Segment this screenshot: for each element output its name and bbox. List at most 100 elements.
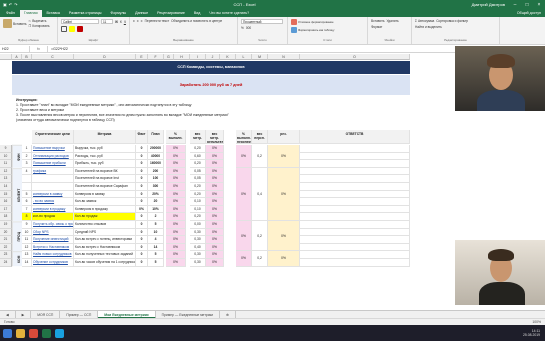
delete-cells-button[interactable]: Удалить: [387, 19, 399, 23]
pct-done[interactable]: 0%: [166, 236, 186, 244]
plan-value[interactable]: 20%: [148, 190, 164, 199]
perspective-result[interactable]: 0%: [268, 251, 300, 267]
plan-value[interactable]: 100: [148, 175, 164, 183]
row-header[interactable]: 10: [0, 152, 12, 161]
metric-name[interactable]: Количество отзывов: [74, 221, 136, 229]
fact-value[interactable]: 0: [136, 145, 148, 153]
weight-result[interactable]: 0%: [206, 228, 224, 237]
header-result[interactable]: рез.: [268, 130, 300, 144]
pct-done[interactable]: 0%: [166, 145, 186, 153]
metric-name[interactable]: Кол-во встреч с Наставником: [74, 243, 136, 252]
pct-done[interactable]: 0%: [166, 228, 186, 237]
header-responsible[interactable]: ОТВЕТСТВ: [300, 130, 410, 144]
metric-name[interactable]: Расходы, тыс. руб: [74, 152, 136, 161]
perspective-label[interactable]: ФИН: [12, 145, 22, 168]
row-number[interactable]: 11: [22, 236, 32, 244]
fill-color-icon[interactable]: [69, 26, 75, 32]
header-fact[interactable]: Факт: [136, 130, 148, 144]
plan-value[interactable]: 5: [148, 221, 164, 229]
metric-name[interactable]: Посетителей на воронке ВК: [74, 167, 136, 176]
merge-center-button[interactable]: Объединить и поместить в центре: [171, 19, 222, 23]
column-header[interactable]: K: [220, 54, 236, 60]
plan-value[interactable]: 200000: [148, 145, 164, 153]
row-header[interactable]: 23: [0, 251, 12, 259]
fact-value[interactable]: 0: [136, 236, 148, 244]
row-header[interactable]: 17: [0, 205, 12, 214]
strategic-goal[interactable]: - во во заявок: [32, 198, 74, 206]
responsible-cell[interactable]: [300, 183, 410, 191]
plan-value[interactable]: 160000: [148, 160, 164, 168]
share-button[interactable]: Общий доступ: [513, 10, 545, 17]
metric-weight[interactable]: 0,20: [190, 190, 206, 199]
responsible-cell[interactable]: [300, 145, 410, 153]
row-number[interactable]: 7: [22, 205, 32, 214]
fact-value[interactable]: 0: [136, 243, 148, 252]
plan-value[interactable]: 300: [148, 183, 164, 191]
row-header[interactable]: 12: [0, 167, 12, 176]
pct-done[interactable]: 0%: [166, 259, 186, 267]
column-header[interactable]: L: [236, 54, 252, 60]
row-number[interactable]: 13: [22, 251, 32, 259]
tab-file[interactable]: Файл: [2, 10, 19, 17]
perspective-weight[interactable]: 0,2: [252, 221, 268, 252]
strategic-goal[interactable]: Получение инвестиций: [32, 236, 74, 244]
weight-result[interactable]: 0%: [206, 259, 224, 267]
pct-done[interactable]: 0%: [166, 205, 186, 214]
metric-weight[interactable]: 0,05: [190, 175, 206, 183]
perspective-pct[interactable]: 0%: [236, 221, 252, 252]
user-name[interactable]: Дмитрий Дмитров: [472, 2, 509, 7]
row-header[interactable]: 18: [0, 213, 12, 221]
column-header[interactable]: N: [268, 54, 300, 60]
pct-done[interactable]: 0%: [166, 198, 186, 206]
metric-name[interactable]: Посетителей на воронке Inst: [74, 175, 136, 183]
header-pct-persp[interactable]: % выполн. перспект.: [236, 130, 252, 144]
perspective-pct[interactable]: 0%: [236, 145, 252, 168]
header-goals[interactable]: Стратегические цели: [32, 130, 74, 144]
font-size-select[interactable]: 11: [101, 19, 113, 24]
fact-value[interactable]: 0: [136, 152, 148, 161]
strategic-goal[interactable]: трафика: [32, 167, 74, 176]
strategic-goal[interactable]: Найм новых сотрудников: [32, 251, 74, 259]
plan-value[interactable]: 2: [148, 213, 164, 221]
metric-weight[interactable]: 0,20: [190, 160, 206, 168]
percent-icon[interactable]: %: [241, 26, 244, 30]
pct-done[interactable]: 0%: [166, 160, 186, 168]
row-header[interactable]: 11: [0, 160, 12, 168]
metric-weight[interactable]: 0,40: [190, 243, 206, 252]
formula-input[interactable]: =G22*H22: [48, 47, 68, 51]
row-header[interactable]: 21: [0, 236, 12, 244]
column-header[interactable]: O: [300, 54, 410, 60]
align-left-icon[interactable]: ≡: [133, 19, 135, 23]
fact-value[interactable]: 0: [136, 221, 148, 229]
pct-done[interactable]: 0%: [166, 213, 186, 221]
sort-filter-button[interactable]: Сортировка и фильтр: [436, 19, 468, 23]
row-number[interactable]: 4: [22, 167, 32, 176]
row-number[interactable]: 3: [22, 160, 32, 168]
bold-button[interactable]: Ж: [115, 20, 118, 24]
perspective-weight[interactable]: 0,2: [252, 145, 268, 168]
header-weight-result[interactable]: вес метр. результат: [206, 130, 224, 144]
metric-weight[interactable]: 0,20: [190, 213, 206, 221]
header-pct-done[interactable]: % выполн.: [166, 130, 186, 144]
strategic-goal[interactable]: Обучение сотрудников: [32, 259, 74, 267]
column-header[interactable]: H: [174, 54, 190, 60]
metric-name[interactable]: Кол-во продаж: [74, 213, 136, 221]
row-number[interactable]: [22, 183, 32, 191]
plan-value[interactable]: 10%: [148, 205, 164, 214]
weight-result[interactable]: 0%: [206, 160, 224, 168]
row-header[interactable]: 16: [0, 198, 12, 206]
weight-result[interactable]: 0%: [206, 152, 224, 161]
weight-result[interactable]: 0%: [206, 251, 224, 259]
fact-value[interactable]: 0: [136, 175, 148, 183]
column-header[interactable]: B: [22, 54, 32, 60]
metric-weight[interactable]: 0,10: [190, 205, 206, 214]
align-center-icon[interactable]: ≡: [137, 19, 139, 23]
metric-weight[interactable]: 0,00: [190, 221, 206, 229]
pct-done[interactable]: 0%: [166, 190, 186, 199]
perspective-label[interactable]: КЛИЕНТ: [12, 167, 22, 221]
metric-weight[interactable]: 0,60: [190, 152, 206, 161]
weight-result[interactable]: 0%: [206, 167, 224, 176]
weight-result[interactable]: 0%: [206, 190, 224, 199]
minimize-icon[interactable]: –: [509, 2, 521, 8]
pct-done[interactable]: 0%: [166, 175, 186, 183]
